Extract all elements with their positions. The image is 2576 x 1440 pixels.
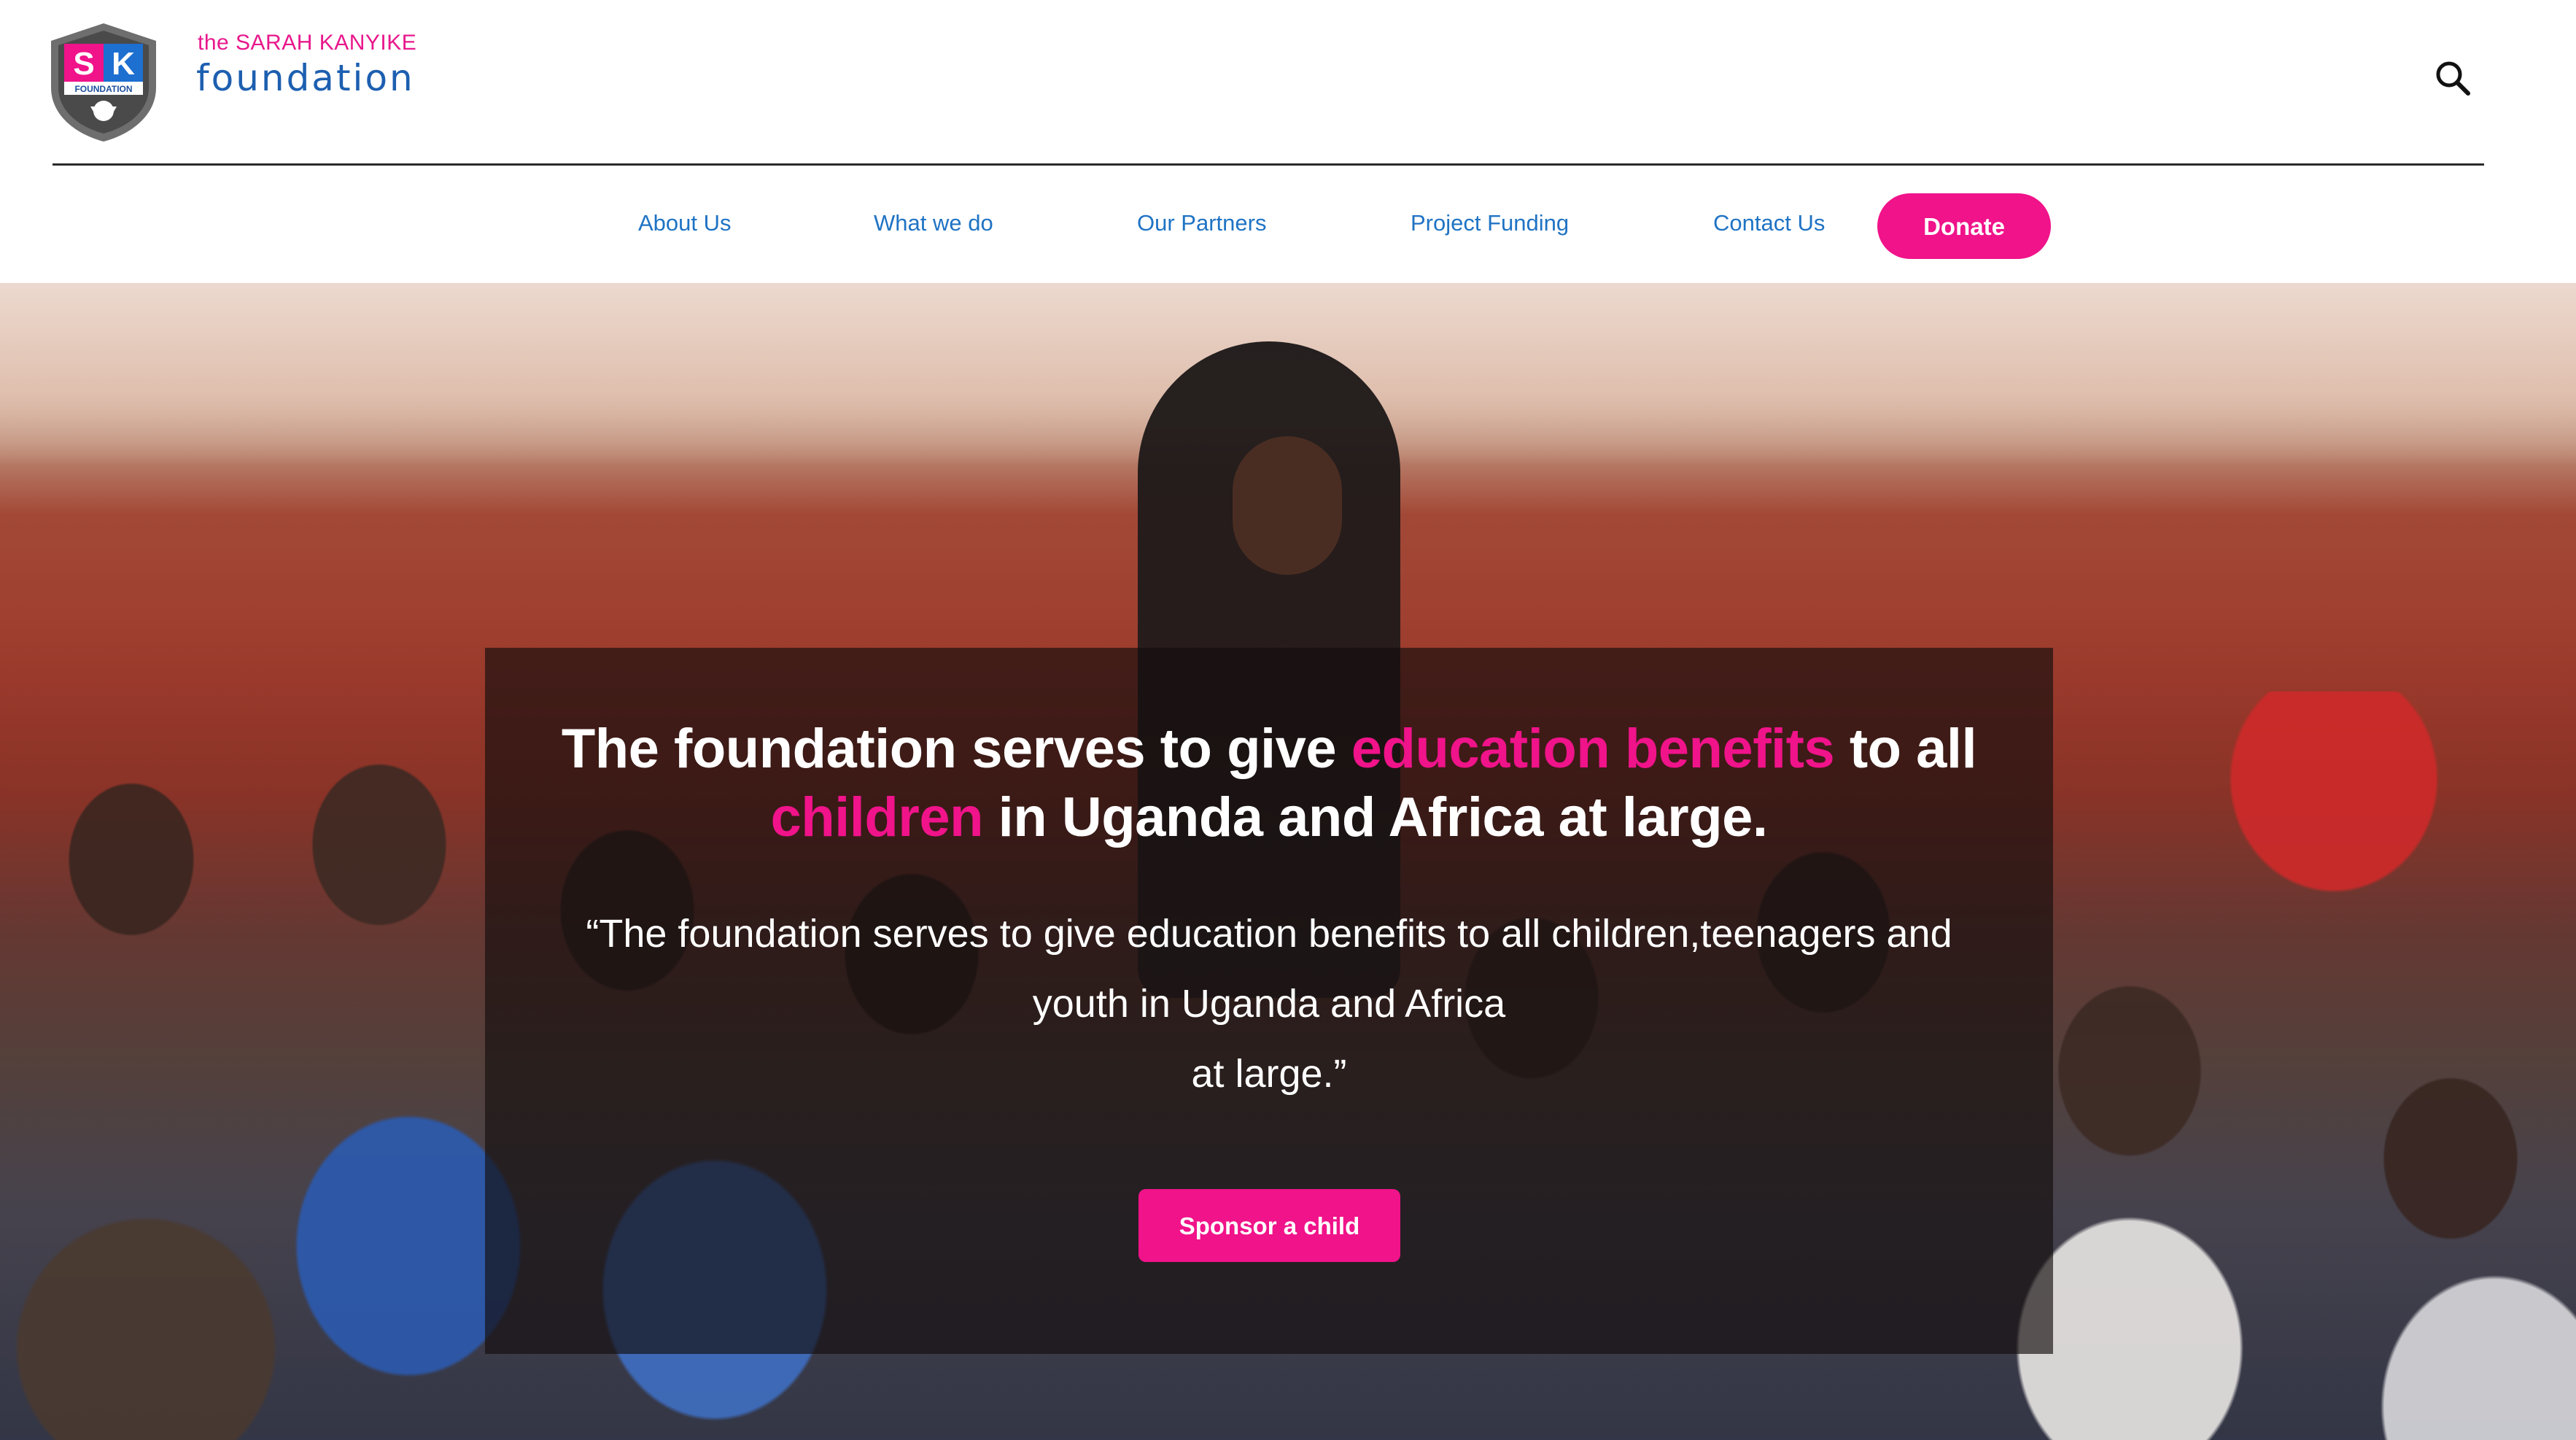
- logo-letter-s: S: [73, 46, 94, 82]
- hero-headline: The foundation serves to give education …: [485, 715, 2053, 852]
- main-nav: [0, 166, 2576, 283]
- hero-quote-line-2: youth in Uganda and Africa: [1032, 982, 1506, 1026]
- logo-shield-icon[interactable]: S K FOUNDATION: [47, 20, 160, 143]
- headline-text-2: to all: [1834, 718, 1977, 780]
- brand-tagline: the SARAH KANYIKE: [198, 31, 417, 55]
- header-divider: [53, 163, 2484, 166]
- hero-quote-line-1: “The foundation serves to give education…: [586, 912, 1952, 956]
- headline-highlight-children: children: [770, 786, 984, 848]
- logo-letter-k: K: [112, 46, 135, 82]
- brand-name[interactable]: foundation: [196, 57, 415, 99]
- headline-highlight-education-benefits: education benefits: [1351, 718, 1835, 780]
- nav-item-what-we-do[interactable]: What we do: [874, 210, 993, 236]
- nav-item-our-partners[interactable]: Our Partners: [1137, 210, 1266, 236]
- nav-item-contact-us[interactable]: Contact Us: [1713, 210, 1825, 236]
- page: S K FOUNDATION the SARAH KANYIKE foundat…: [0, 0, 2576, 1440]
- logo-banner-text: FOUNDATION: [74, 84, 132, 94]
- search-icon[interactable]: [2433, 58, 2474, 99]
- nav-item-about-us[interactable]: About Us: [638, 210, 732, 236]
- hero-quote: “The foundation serves to give education…: [525, 899, 2013, 1109]
- nav-item-project-funding[interactable]: Project Funding: [1411, 210, 1569, 236]
- headline-text-1: The foundation serves to give: [561, 718, 1351, 780]
- hero-quote-line-3: at large.”: [1191, 1052, 1347, 1096]
- donate-button[interactable]: Donate: [1877, 193, 2051, 259]
- hero-photo-teacher-face: [1233, 436, 1342, 575]
- headline-text-3: in Uganda and Africa at large.: [983, 786, 1768, 848]
- sponsor-a-child-button[interactable]: Sponsor a child: [1138, 1189, 1400, 1262]
- site-header: S K FOUNDATION the SARAH KANYIKE foundat…: [0, 0, 2576, 283]
